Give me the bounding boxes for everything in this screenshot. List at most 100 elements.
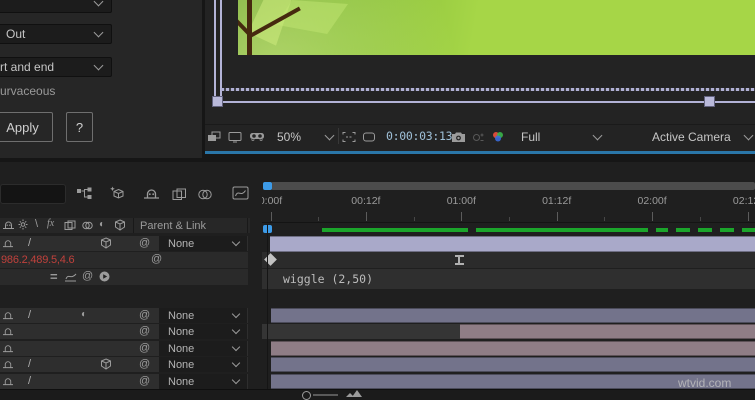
parent-dropdown[interactable]: None bbox=[159, 308, 247, 323]
exposure-icon[interactable] bbox=[472, 128, 485, 146]
quality-toggle-icon[interactable]: / bbox=[28, 375, 31, 387]
quality-toggle-icon[interactable]: / bbox=[28, 309, 31, 321]
effects-column-icon[interactable]: fx bbox=[47, 218, 54, 229]
ruler-tick-label: 02:00f bbox=[637, 195, 667, 207]
zoom-in-mountains-icon[interactable] bbox=[346, 390, 362, 397]
magnification-dropdown[interactable]: 50% bbox=[272, 128, 338, 146]
parent-pickwhip-icon[interactable]: @ bbox=[139, 343, 150, 354]
composition-image bbox=[238, 0, 755, 55]
help-button[interactable]: ? bbox=[66, 112, 93, 142]
ruler-tick-mark bbox=[652, 212, 654, 221]
3d-layer-column-icon[interactable] bbox=[114, 219, 126, 231]
layer-row[interactable]: / @ None bbox=[0, 357, 248, 372]
channel-rgb-icon[interactable] bbox=[491, 128, 505, 146]
3d-layer-toggle-icon[interactable] bbox=[100, 237, 112, 249]
graph-editor-icon[interactable] bbox=[232, 186, 249, 200]
layer-bar-6[interactable] bbox=[271, 341, 755, 356]
layer-selection-outline bbox=[214, 0, 222, 100]
parent-pickwhip-icon[interactable]: @ bbox=[139, 326, 150, 337]
shy-icon[interactable] bbox=[2, 359, 14, 369]
snapshot-camera-icon[interactable] bbox=[451, 128, 466, 146]
expression-language-menu-icon[interactable] bbox=[99, 271, 110, 282]
chevron-down-icon bbox=[231, 325, 241, 335]
region-of-interest-icon[interactable] bbox=[342, 128, 356, 146]
view-value: Active Camera bbox=[652, 130, 731, 144]
stereo-3d-glasses-icon[interactable] bbox=[249, 128, 265, 146]
ruler-tick-label: 02:12f bbox=[732, 195, 755, 207]
parent-dropdown[interactable]: None bbox=[159, 357, 247, 372]
chevron-down-icon bbox=[231, 237, 241, 247]
monitor-icon[interactable] bbox=[228, 128, 242, 146]
current-time-display[interactable]: 0:00:03:13 bbox=[386, 127, 453, 145]
time-navigator-bar[interactable] bbox=[271, 182, 755, 190]
parent-dropdown[interactable]: None bbox=[159, 324, 247, 339]
draft-3d-icon[interactable] bbox=[109, 186, 125, 200]
time-navigator-start-handle[interactable] bbox=[263, 182, 272, 190]
property-pickwhip-icon[interactable]: @ bbox=[151, 254, 162, 265]
layer-row[interactable]: @ None bbox=[0, 341, 248, 356]
layer-row[interactable]: / @ None bbox=[0, 374, 248, 389]
layer-row[interactable]: / ◐ @ None bbox=[0, 308, 248, 323]
shy-column-icon[interactable] bbox=[2, 219, 15, 230]
layer-row[interactable]: @ None bbox=[0, 324, 248, 339]
column-divider bbox=[133, 218, 134, 233]
expression-pickwhip-icon[interactable]: @ bbox=[82, 271, 93, 282]
hide-shy-layers-icon[interactable] bbox=[143, 187, 160, 200]
shy-icon[interactable] bbox=[2, 238, 14, 248]
position-value-text[interactable]: 986.2,489.5,4.6 bbox=[1, 254, 75, 266]
parent-dropdown[interactable]: None bbox=[159, 236, 247, 251]
quality-toggle-icon[interactable]: / bbox=[28, 358, 31, 370]
parent-dropdown[interactable]: None bbox=[159, 341, 247, 356]
shy-icon[interactable] bbox=[2, 310, 14, 320]
3d-layer-toggle-icon[interactable] bbox=[100, 358, 112, 370]
enable-expression-icon[interactable]: = bbox=[50, 270, 58, 283]
chevron-down-icon bbox=[93, 0, 104, 7]
layer-row[interactable]: / @ None bbox=[0, 236, 248, 251]
selection-handle[interactable] bbox=[212, 96, 223, 107]
frame-blending-icon[interactable] bbox=[172, 188, 187, 201]
selection-handle[interactable] bbox=[704, 96, 715, 107]
chevron-down-icon bbox=[231, 309, 241, 319]
adjustment-layer-toggle-icon[interactable]: ◐ bbox=[81, 309, 87, 320]
dropdown-start-end[interactable]: rt and end bbox=[0, 57, 112, 77]
composition-mini-flowchart-icon[interactable] bbox=[76, 187, 93, 200]
resolution-dropdown[interactable]: Full bbox=[516, 128, 606, 146]
zoom-out-mountain-icon[interactable] bbox=[272, 392, 280, 400]
motion-blur-icon[interactable] bbox=[197, 188, 213, 201]
frame-blend-column-icon[interactable] bbox=[64, 220, 76, 231]
shy-icon[interactable] bbox=[2, 376, 14, 386]
layer-bar-5[interactable] bbox=[460, 324, 755, 339]
dropdown-top[interactable] bbox=[0, 0, 112, 13]
timeline-zoom-slider[interactable] bbox=[302, 391, 311, 400]
layer-bar-7[interactable] bbox=[271, 357, 755, 372]
parent-dropdown[interactable]: None bbox=[159, 374, 247, 389]
parent-pickwhip-icon[interactable]: @ bbox=[139, 310, 150, 321]
timeline-zoom-track[interactable] bbox=[313, 394, 338, 396]
tree-trunk bbox=[247, 0, 252, 55]
motion-blur-column-icon[interactable] bbox=[81, 220, 94, 231]
layer-bar-1[interactable] bbox=[270, 236, 755, 252]
shy-icon[interactable] bbox=[2, 326, 14, 336]
expression-graph-icon[interactable] bbox=[64, 272, 77, 282]
timeline-search-input[interactable] bbox=[0, 184, 66, 204]
parent-pickwhip-icon[interactable]: @ bbox=[139, 376, 150, 387]
parent-pickwhip-icon[interactable]: @ bbox=[139, 359, 150, 370]
property-value-row[interactable]: 986.2,489.5,4.6 @ bbox=[0, 252, 248, 268]
dropdown-out[interactable]: Out bbox=[0, 24, 112, 44]
always-preview-icon[interactable] bbox=[207, 128, 221, 146]
expression-controls-row: = @ bbox=[0, 269, 248, 285]
view-dropdown[interactable]: Active Camera bbox=[647, 128, 754, 146]
quality-toggle-icon[interactable]: / bbox=[28, 237, 31, 249]
parent-pickwhip-icon[interactable]: @ bbox=[139, 238, 150, 249]
dropdown-start-end-value: rt and end bbox=[0, 60, 55, 74]
collapse-transformations-column-icon[interactable] bbox=[17, 219, 29, 230]
apply-button[interactable]: Apply bbox=[0, 112, 53, 142]
shy-icon[interactable] bbox=[2, 343, 14, 353]
track-left-edge bbox=[267, 224, 268, 389]
parent-value: None bbox=[168, 375, 195, 388]
chevron-down-icon bbox=[231, 375, 241, 385]
layer-bar-4[interactable] bbox=[271, 308, 755, 323]
mask-visibility-icon[interactable] bbox=[362, 128, 376, 146]
quality-column-icon[interactable]: \ bbox=[35, 218, 38, 230]
adjustment-layer-column-icon[interactable]: ◐ bbox=[99, 219, 105, 230]
